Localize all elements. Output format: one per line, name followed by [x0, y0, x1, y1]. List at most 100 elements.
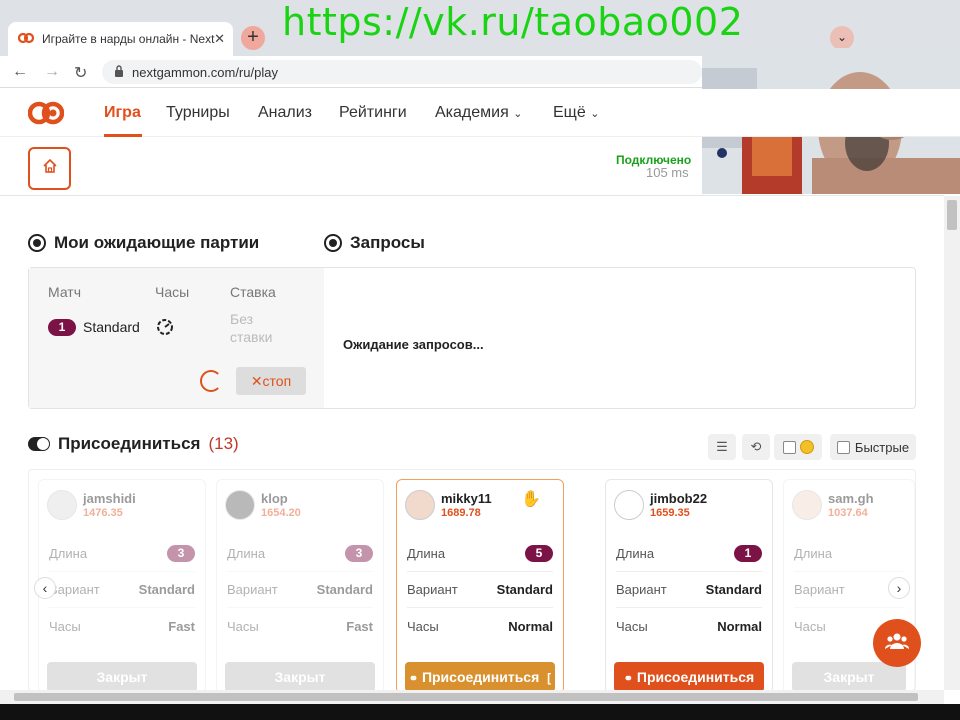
- overlay-url-text: https://vk.ru/taobao002: [282, 0, 744, 44]
- clock-icon: [155, 317, 175, 342]
- chevron-down-icon: ⌄: [513, 108, 523, 120]
- variant-row: Вариант Standard: [227, 572, 373, 608]
- nav-active-underline: [104, 134, 142, 137]
- reload-icon[interactable]: ↻: [74, 63, 87, 83]
- url-text: nextgammon.com/ru/play: [132, 64, 278, 80]
- link-icon: ⚭: [623, 673, 633, 685]
- col-clock: Часы: [155, 284, 190, 300]
- chevron-down-icon: ⌄: [590, 108, 600, 120]
- join-button[interactable]: ⚭ Присоединиться [ 1: [405, 662, 555, 692]
- game-card[interactable]: klop 1654.20 Длина 3 Вариант Standard Часы…: [216, 479, 384, 694]
- list-icon: ☰: [716, 439, 728, 454]
- avatar: [47, 490, 77, 520]
- radio-selected-icon: [28, 234, 46, 252]
- nav-more[interactable]: Ещё ⌄: [553, 104, 599, 122]
- radio-selected-icon: [324, 234, 342, 252]
- join-button[interactable]: ⚭ Присоединиться: [614, 662, 764, 692]
- browser-tab[interactable]: Играйте в нарды онлайн - Next ✕: [8, 22, 233, 56]
- my-games-title: Мои ожидающие партии: [54, 233, 260, 252]
- join-header[interactable]: Присоединиться (13): [28, 434, 239, 454]
- requests-title: Запросы: [350, 233, 425, 252]
- clock-row: Часы Fast: [227, 618, 373, 634]
- game-card[interactable]: jamshidi 1476.35 Длина 3 Вариант Standard …: [38, 479, 206, 694]
- carousel-next-button[interactable]: ›: [888, 577, 910, 599]
- join-count: (13): [208, 434, 239, 453]
- nav-analysis[interactable]: Анализ: [258, 104, 312, 122]
- variant-row: Вариант Standard: [49, 572, 195, 608]
- close-tab-icon[interactable]: ✕: [214, 31, 225, 47]
- hand-cursor-icon: ✋: [521, 491, 541, 508]
- player-rating: 1659.35: [650, 507, 690, 519]
- avatar: [225, 490, 255, 520]
- col-stake: Ставка: [230, 284, 276, 300]
- home-icon: [42, 158, 58, 179]
- horizontal-scroll-thumb[interactable]: [14, 693, 918, 701]
- player-name: sam.gh: [828, 491, 874, 506]
- my-games-header[interactable]: Мои ожидающие партии: [28, 233, 259, 253]
- length-row: Длина 1: [616, 536, 762, 572]
- closed-button[interactable]: Закрыт: [47, 662, 197, 692]
- chevron-right-icon: ›: [896, 580, 902, 596]
- player-name: jamshidi: [83, 491, 136, 506]
- forward-icon[interactable]: →: [44, 63, 60, 81]
- fast-filter-toggle[interactable]: Быстрые: [830, 434, 916, 460]
- vertical-scroll-thumb[interactable]: [947, 200, 957, 230]
- site-favicon-icon: [17, 32, 35, 47]
- divider: [0, 195, 944, 196]
- avatar: [792, 490, 822, 520]
- new-tab-button[interactable]: +: [241, 26, 265, 50]
- nav-academy[interactable]: Академия ⌄: [435, 104, 522, 122]
- chevron-down-icon[interactable]: ⌄: [830, 26, 854, 50]
- stake-filter-toggle[interactable]: [774, 434, 822, 460]
- home-button[interactable]: [28, 147, 71, 190]
- variant-row: Вариант Standard: [407, 572, 553, 608]
- col-match: Матч: [48, 284, 82, 300]
- carousel-prev-button[interactable]: ‹: [34, 577, 56, 599]
- player-rating: 1689.78: [441, 507, 481, 519]
- length-badge: 1: [48, 319, 76, 336]
- avatar: [614, 490, 644, 520]
- checkbox-icon: [782, 440, 796, 454]
- loading-spinner-icon: [200, 370, 222, 392]
- ping-value: 105 ms: [646, 165, 689, 180]
- back-icon[interactable]: ←: [12, 63, 28, 81]
- bottom-bar: [0, 704, 960, 720]
- length-row: Длина 3: [227, 536, 373, 572]
- history-button[interactable]: ⟲: [742, 434, 770, 460]
- stake-value: Без ставки: [230, 311, 273, 345]
- variant-row: Вариант Standard: [616, 572, 762, 608]
- nav-ratings[interactable]: Рейтинги: [339, 104, 407, 122]
- url-field[interactable]: nextgammon.com/ru/play: [102, 60, 702, 84]
- fast-filter-label: Быстрые: [854, 439, 910, 455]
- history-icon: ⟲: [750, 439, 762, 454]
- player-name: mikky11: [441, 491, 492, 506]
- list-view-button[interactable]: ☰: [708, 434, 736, 460]
- clock-row: Часы Normal: [407, 618, 553, 634]
- requests-header[interactable]: Запросы: [324, 233, 425, 253]
- closed-button[interactable]: Закрыт: [225, 662, 375, 692]
- game-card[interactable]: mikky11 1689.78 ✋ Длина 5 Вариант Standard…: [396, 479, 564, 694]
- toggle-icon: [28, 437, 50, 451]
- community-fab-button[interactable]: [873, 619, 921, 667]
- player-rating: 1037.64: [828, 507, 868, 519]
- users-icon: [884, 631, 910, 656]
- game-card[interactable]: jimbob22 1659.35 Длина 1 Вариант Standard …: [605, 479, 773, 694]
- lock-icon: [114, 64, 124, 80]
- nav-tournaments[interactable]: Турниры: [166, 104, 230, 122]
- vertical-scrollbar[interactable]: [944, 196, 960, 690]
- waiting-requests-text: Ожидание запросов...: [343, 337, 484, 352]
- nav-play[interactable]: Игра: [104, 104, 141, 122]
- player-name: jimbob22: [650, 491, 708, 506]
- close-icon: ✕: [250, 373, 263, 389]
- length-row: Длина 5: [407, 536, 553, 572]
- clock-row: Часы Fast: [49, 618, 195, 634]
- closed-button[interactable]: Закрыт: [792, 662, 906, 692]
- stop-button[interactable]: ✕стоп: [236, 367, 306, 395]
- tab-title: Играйте в нарды онлайн - Next: [42, 32, 215, 46]
- variant-value: Standard: [83, 319, 140, 335]
- player-rating: 1476.35: [83, 507, 123, 519]
- app-logo-icon[interactable]: [27, 100, 65, 131]
- link-icon: ⚭: [408, 673, 419, 685]
- length-row: Длина: [794, 536, 904, 572]
- join-title: Присоединиться: [58, 434, 201, 453]
